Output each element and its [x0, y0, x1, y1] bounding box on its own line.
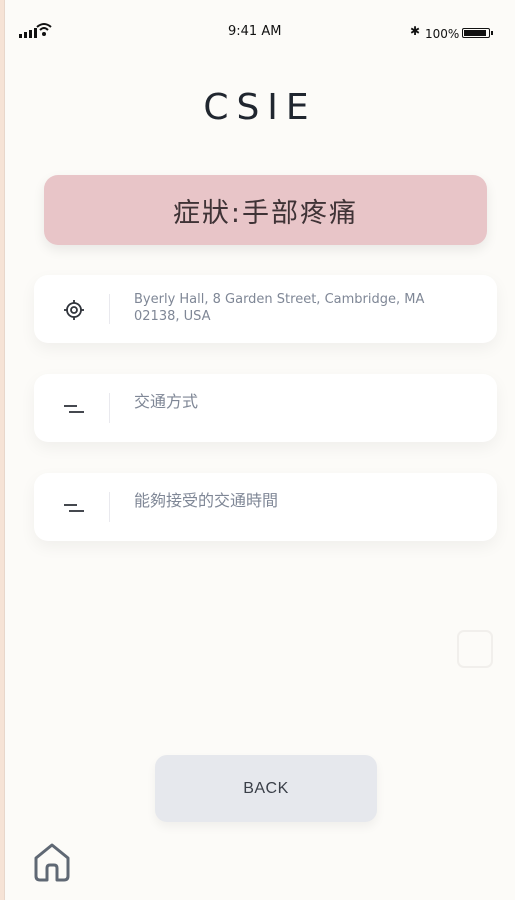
- location-value: Byerly Hall, 8 Garden Street, Cambridge,…: [134, 292, 425, 324]
- status-bar: 9:41 AM ✱ 100%: [5, 0, 515, 58]
- back-button[interactable]: BACK: [155, 755, 377, 822]
- field-divider: [109, 393, 110, 423]
- menu-icon: [64, 405, 84, 413]
- battery-icon: [462, 28, 493, 38]
- transport-label: 交通方式: [134, 392, 199, 411]
- transport-field[interactable]: 交通方式: [34, 374, 497, 442]
- home-icon[interactable]: [28, 837, 76, 885]
- target-icon: [64, 300, 84, 320]
- app-brand: CSIE: [203, 87, 317, 128]
- travel-time-field[interactable]: 能夠接受的交通時間: [34, 473, 497, 541]
- faint-app-icon: [457, 630, 493, 668]
- battery-percentage: 100%: [425, 27, 460, 41]
- symptom-card: 症狀:手部疼痛: [44, 175, 487, 245]
- location-field[interactable]: Byerly Hall, 8 Garden Street, Cambridge,…: [34, 275, 497, 343]
- field-divider: [109, 492, 110, 522]
- status-time: 9:41 AM: [228, 24, 282, 39]
- phone-screen: 9:41 AM ✱ 100% CSIE 症狀:手部疼痛 Byerly Hall,…: [5, 0, 515, 900]
- field-divider: [109, 294, 110, 324]
- wifi-icon: [36, 23, 52, 36]
- bluetooth-icon: ✱: [410, 24, 421, 38]
- travel-time-label: 能夠接受的交通時間: [134, 491, 279, 510]
- menu-icon: [64, 504, 84, 512]
